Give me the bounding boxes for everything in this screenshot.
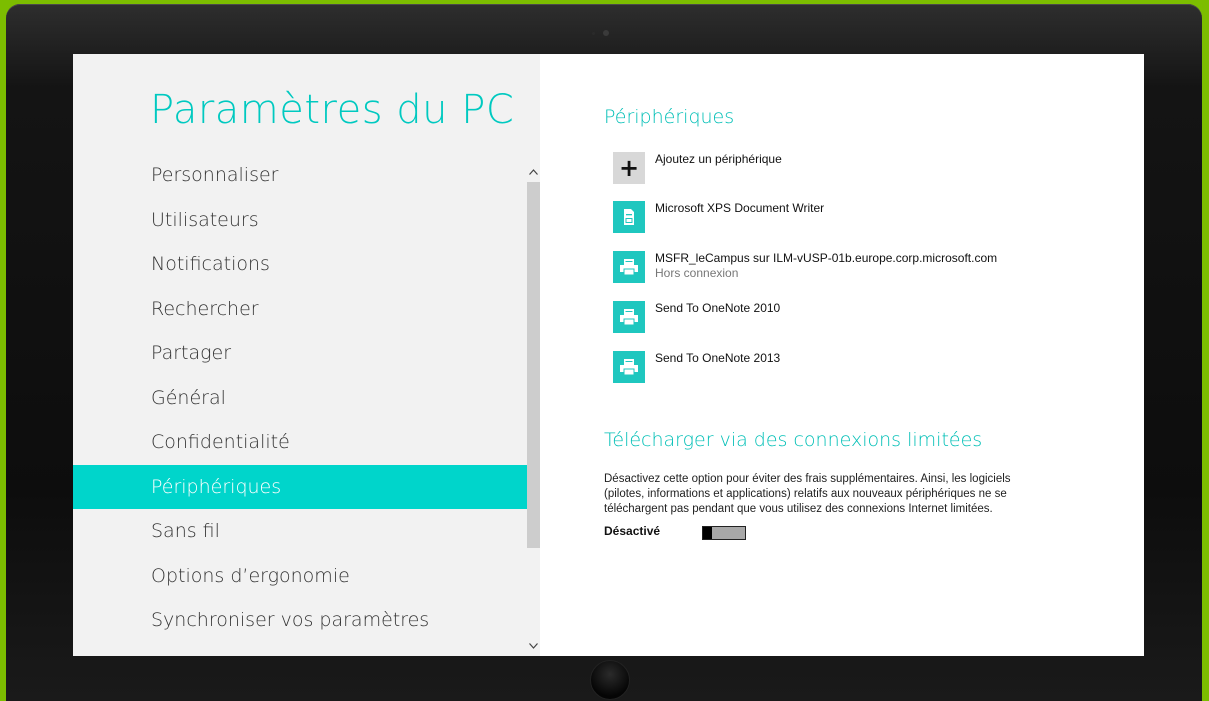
device-name: Send To OneNote 2010 (655, 301, 781, 315)
devices-panel: Périphériques + Ajoutez un périphérique … (604, 54, 1144, 656)
nav-item-peripheriques[interactable]: Périphériques (73, 464, 527, 509)
printer-icon (613, 351, 645, 383)
nav-item-sans-fil[interactable]: Sans fil (73, 509, 527, 554)
scroll-thumb[interactable] (527, 182, 540, 548)
metered-description: Désactivez cette option pour éviter des … (604, 473, 1011, 515)
metered-toggle[interactable] (702, 526, 746, 540)
nav-item-rechercher[interactable]: Rechercher (73, 287, 527, 332)
nav-item-options-ergonomie[interactable]: Options d’ergonomie (73, 554, 527, 599)
device-name: Ajoutez un périphérique (655, 152, 782, 166)
nav-scrollbar[interactable] (527, 154, 540, 656)
metered-toggle-label: Désactivé (604, 524, 661, 538)
device-item[interactable]: MSFR_leCampus sur ILM-vUSP-01b.europe.co… (613, 251, 1133, 291)
add-icon: + (613, 152, 645, 184)
camera-icon (603, 30, 609, 36)
page-title: Paramètres du PC (150, 87, 515, 133)
nav-item-partager[interactable]: Partager (73, 331, 527, 376)
nav-item-utilisateurs[interactable]: Utilisateurs (73, 198, 527, 243)
settings-sidebar: Paramètres du PC Personnaliser Utilisate… (73, 54, 540, 656)
chevron-down-icon[interactable] (527, 640, 540, 654)
settings-nav-list: Personnaliser Utilisateurs Notifications… (73, 153, 527, 643)
device-item[interactable]: Send To OneNote 2013 (613, 351, 1133, 391)
device-name: MSFR_leCampus sur ILM-vUSP-01b.europe.co… (655, 251, 998, 265)
nav-item-synchroniser[interactable]: Synchroniser vos paramètres (73, 598, 527, 643)
nav-item-general[interactable]: Général (73, 376, 527, 421)
add-device-item[interactable]: + Ajoutez un périphérique (613, 152, 1133, 192)
toggle-knob[interactable] (703, 527, 712, 539)
printer-icon (613, 251, 645, 283)
devices-heading: Périphériques (604, 106, 735, 128)
nav-item-personnaliser[interactable]: Personnaliser (73, 153, 527, 198)
device-name: Send To OneNote 2013 (655, 351, 781, 365)
device-item[interactable]: Send To OneNote 2010 (613, 301, 1133, 341)
sensor-dot (592, 32, 595, 35)
printer-icon (613, 301, 645, 333)
document-printer-icon (613, 201, 645, 233)
chevron-up-icon[interactable] (527, 166, 540, 180)
screen: Paramètres du PC Personnaliser Utilisate… (73, 54, 1144, 656)
device-status: Hors connexion (655, 266, 739, 280)
metered-heading: Télécharger via des connexions limitées (604, 429, 983, 451)
nav-item-notifications[interactable]: Notifications (73, 242, 527, 287)
device-name: Microsoft XPS Document Writer (655, 201, 825, 215)
nav-item-confidentialite[interactable]: Confidentialité (73, 420, 527, 465)
device-item[interactable]: Microsoft XPS Document Writer (613, 201, 1133, 241)
windows-home-button[interactable] (590, 660, 630, 700)
